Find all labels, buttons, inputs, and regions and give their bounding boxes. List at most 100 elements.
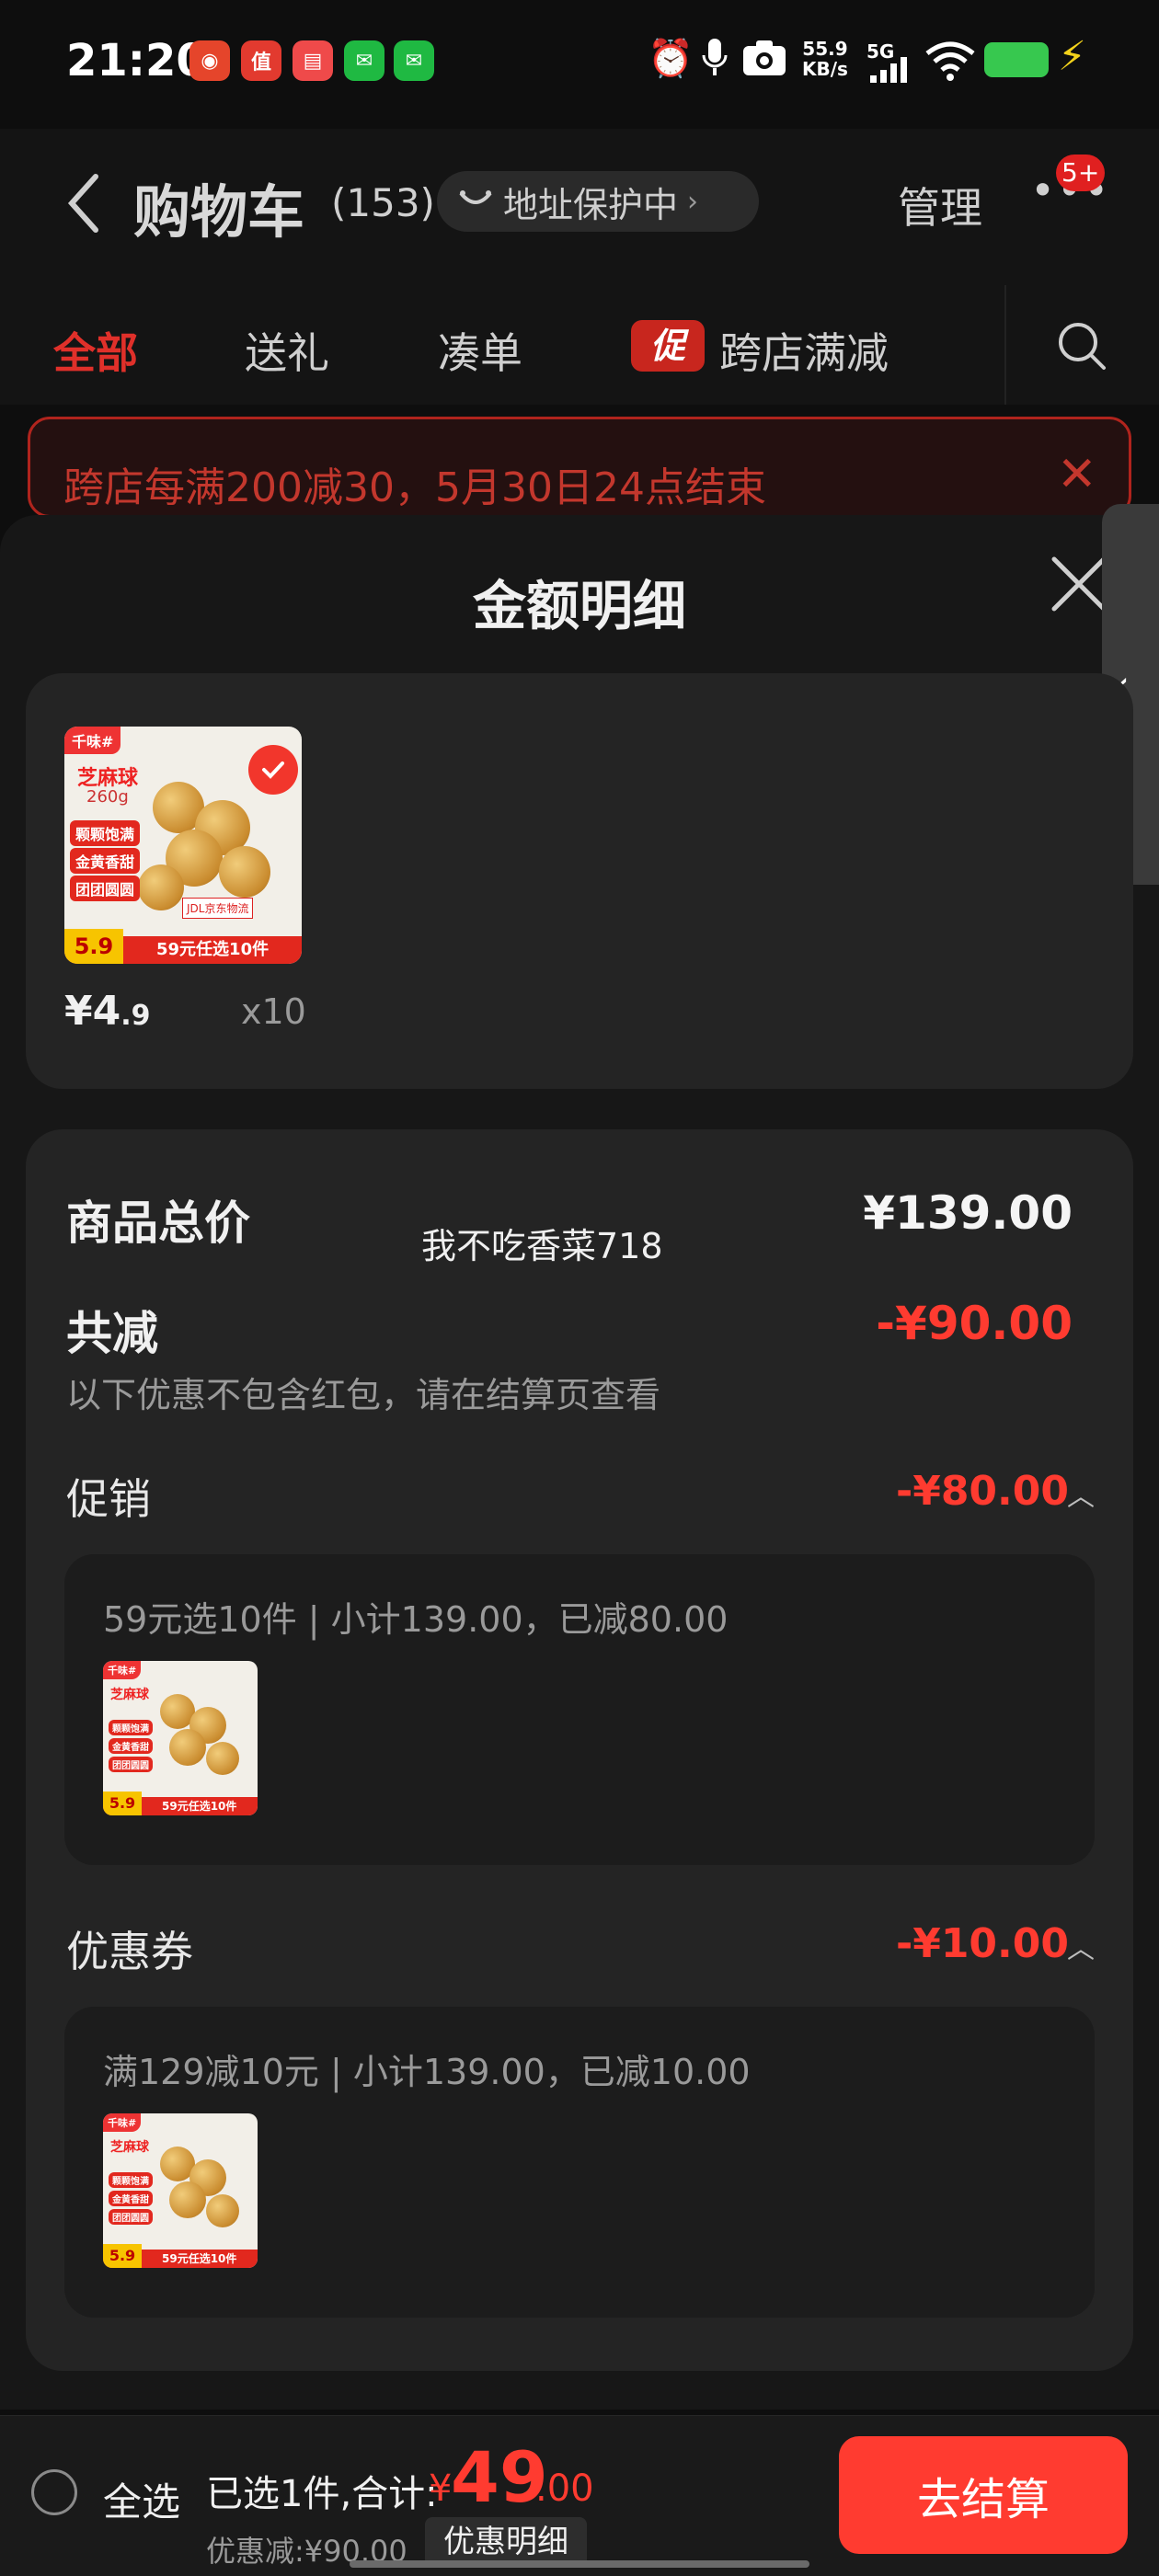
sesame-ball-image — [206, 2194, 239, 2227]
network-speed: 55.9 KB/s — [802, 39, 848, 79]
total-integer: 49 — [451, 2436, 548, 2518]
top-nav: 购物车 (153) 地址保护中 › 管理 ••• 5+ — [0, 129, 1159, 285]
item-unit-price: ¥4.9 — [64, 988, 151, 1035]
discount-note: 以下优惠不包含红包，请在结算页查看 — [66, 1375, 661, 1415]
total-decimal: .00 — [535, 2467, 594, 2510]
logistics-logo: JDL京东物流 — [182, 898, 254, 919]
home-indicator[interactable] — [350, 2560, 809, 2568]
chevron-right-icon: › — [687, 185, 699, 218]
promo-detail-text: 59元选10件 | 小计139.00，已减80.00 — [103, 1599, 729, 1640]
promo-notice: 跨店每满200减30，5月30日24点结束 ✕ — [28, 417, 1131, 518]
sesame-ball-image — [138, 864, 184, 910]
total-currency: ¥ — [429, 2467, 453, 2510]
shop-app-icon: ▤ — [293, 40, 333, 81]
brand-logo: 千味# — [103, 2113, 142, 2132]
cart-count: (153) — [331, 180, 435, 225]
sesame-ball-image — [169, 1729, 206, 1766]
net-speed-unit: KB/s — [802, 58, 848, 80]
product-thumbnail[interactable]: 千味# 芝麻球 颗颗饱满 金黄香甜 团团圆圆 59元任选10件 5.9 — [103, 1661, 258, 1815]
chevron-left-icon — [67, 174, 98, 233]
promo-section-value[interactable]: -¥80.00 — [896, 1468, 1069, 1515]
checkout-bar: 全选 已选1件,合计: ¥ 49 .00 优惠减:¥90.00 优惠明细 去结算 — [0, 2415, 1159, 2576]
chevron-up-icon[interactable]: ︿ — [1067, 1926, 1095, 1966]
checkout-button[interactable]: 去结算 — [839, 2436, 1128, 2554]
product-tag: 团团圆圆 — [109, 2209, 153, 2225]
battery-icon — [984, 42, 1049, 77]
product-name-text: 芝麻球 — [110, 1688, 149, 1702]
brand-logo: 千味# — [103, 1661, 142, 1679]
app-notification-icon: ◉ — [189, 40, 230, 81]
product-tag: 团团圆圆 — [109, 1757, 153, 1772]
status-bar: 21:20 ◉ 值 ▤ ✉ ✉ ⏰ 55.9 KB/s 5G ⚡ — [0, 0, 1159, 129]
discount-total-label: 共减 — [66, 1307, 158, 1360]
product-tag: 颗颗饱满 — [109, 2172, 153, 2188]
message-badge: 5+ — [1056, 155, 1106, 191]
back-button[interactable] — [64, 171, 101, 246]
brand-logo: 千味# — [64, 727, 121, 754]
total-price-value: ¥139.00 — [863, 1186, 1073, 1240]
product-tag: 金黄香甜 — [109, 2191, 153, 2206]
product-tag: 金黄香甜 — [70, 848, 141, 874]
sheet-title: 金额明细 — [472, 575, 686, 637]
tab-bar: 全部 送礼 凑单 促 跨店满减 — [0, 285, 1159, 405]
price-decimal: .9 — [120, 1000, 151, 1032]
price-integer: 4 — [92, 988, 121, 1035]
product-tag: 团团圆圆 — [70, 876, 141, 901]
sesame-ball-image — [206, 1742, 239, 1775]
coupon-section-label: 优惠券 — [66, 1927, 193, 1976]
camera-icon — [741, 37, 787, 86]
charging-icon: ⚡ — [1058, 33, 1086, 80]
product-tag: 金黄香甜 — [109, 1738, 153, 1754]
product-thumbnail[interactable]: 千味# 芝麻球 260g 颗颗饱满 金黄香甜 团团圆圆 JDL京东物流 59元任… — [64, 727, 302, 964]
page-title: 购物车 — [133, 178, 305, 246]
select-all-checkbox[interactable] — [31, 2469, 77, 2515]
promo-section-label: 促销 — [66, 1474, 151, 1524]
coupon-detail-text: 满129减10元 | 小计139.00，已减10.00 — [103, 2052, 751, 2092]
signal-icon — [870, 57, 911, 86]
net-speed-value: 55.9 — [802, 38, 848, 60]
product-price-tag: 5.9 — [103, 1792, 142, 1815]
product-price-tag: 5.9 — [103, 2244, 142, 2268]
tab-gift[interactable]: 送礼 — [245, 320, 329, 381]
selected-check-icon — [248, 745, 298, 795]
chevron-up-icon[interactable]: ︿ — [1067, 1473, 1095, 1514]
sesame-ball-image — [219, 846, 270, 898]
close-icon[interactable] — [1050, 555, 1107, 623]
discount-detail-button[interactable]: 优惠明细 — [425, 2517, 587, 2567]
tab-cross-store-discount[interactable]: 跨店满减 — [719, 320, 889, 381]
tab-bundle[interactable]: 凑单 — [438, 320, 522, 381]
tab-divider — [1004, 285, 1006, 405]
wifi-icon — [925, 40, 975, 85]
checkout-label: 去结算 — [916, 2474, 1050, 2525]
notice-text: 跨店每满200减30，5月30日24点结束 — [63, 464, 766, 511]
address-protect-label: 地址保护中 — [503, 184, 679, 225]
price-symbol: ¥ — [64, 988, 93, 1035]
product-name-text: 芝麻球 — [110, 2140, 149, 2155]
sesame-ball-image — [169, 2181, 206, 2218]
manage-button[interactable]: 管理 — [898, 175, 982, 235]
product-thumbnail[interactable]: 千味# 芝麻球 颗颗饱满 金黄香甜 团团圆圆 59元任选10件 5.9 — [103, 2113, 258, 2268]
total-label: 已选1件,合计: — [206, 2473, 438, 2515]
wechat-icon: ✉ — [344, 40, 384, 81]
product-weight-text: 260g — [86, 787, 129, 807]
product-tag: 颗颗饱满 — [109, 1720, 153, 1735]
user-watermark: 我不吃香菜718 — [421, 1226, 663, 1266]
wechat-icon: ✉ — [394, 40, 434, 81]
discount-total-value: -¥90.00 — [876, 1297, 1073, 1350]
product-price-tag: 5.9 — [64, 929, 123, 964]
alarm-icon: ⏰ — [648, 38, 694, 80]
product-tag: 颗颗饱满 — [70, 820, 141, 846]
tab-all[interactable]: 全部 — [53, 320, 138, 381]
total-price-label: 商品总价 — [66, 1196, 250, 1250]
close-icon[interactable]: ✕ — [1057, 447, 1097, 502]
select-all-label[interactable]: 全选 — [103, 2471, 180, 2527]
promo-tag: 促 — [631, 320, 705, 372]
status-time: 21:20 — [66, 35, 207, 86]
search-icon[interactable] — [1056, 320, 1107, 375]
address-protect-button[interactable]: 地址保护中 › — [437, 171, 759, 232]
shield-smile-icon — [459, 190, 492, 204]
microphone-icon — [701, 37, 729, 86]
zhi-app-icon: 值 — [241, 40, 281, 81]
coupon-section-value[interactable]: -¥10.00 — [896, 1920, 1069, 1967]
item-quantity: x10 — [241, 991, 306, 1032]
